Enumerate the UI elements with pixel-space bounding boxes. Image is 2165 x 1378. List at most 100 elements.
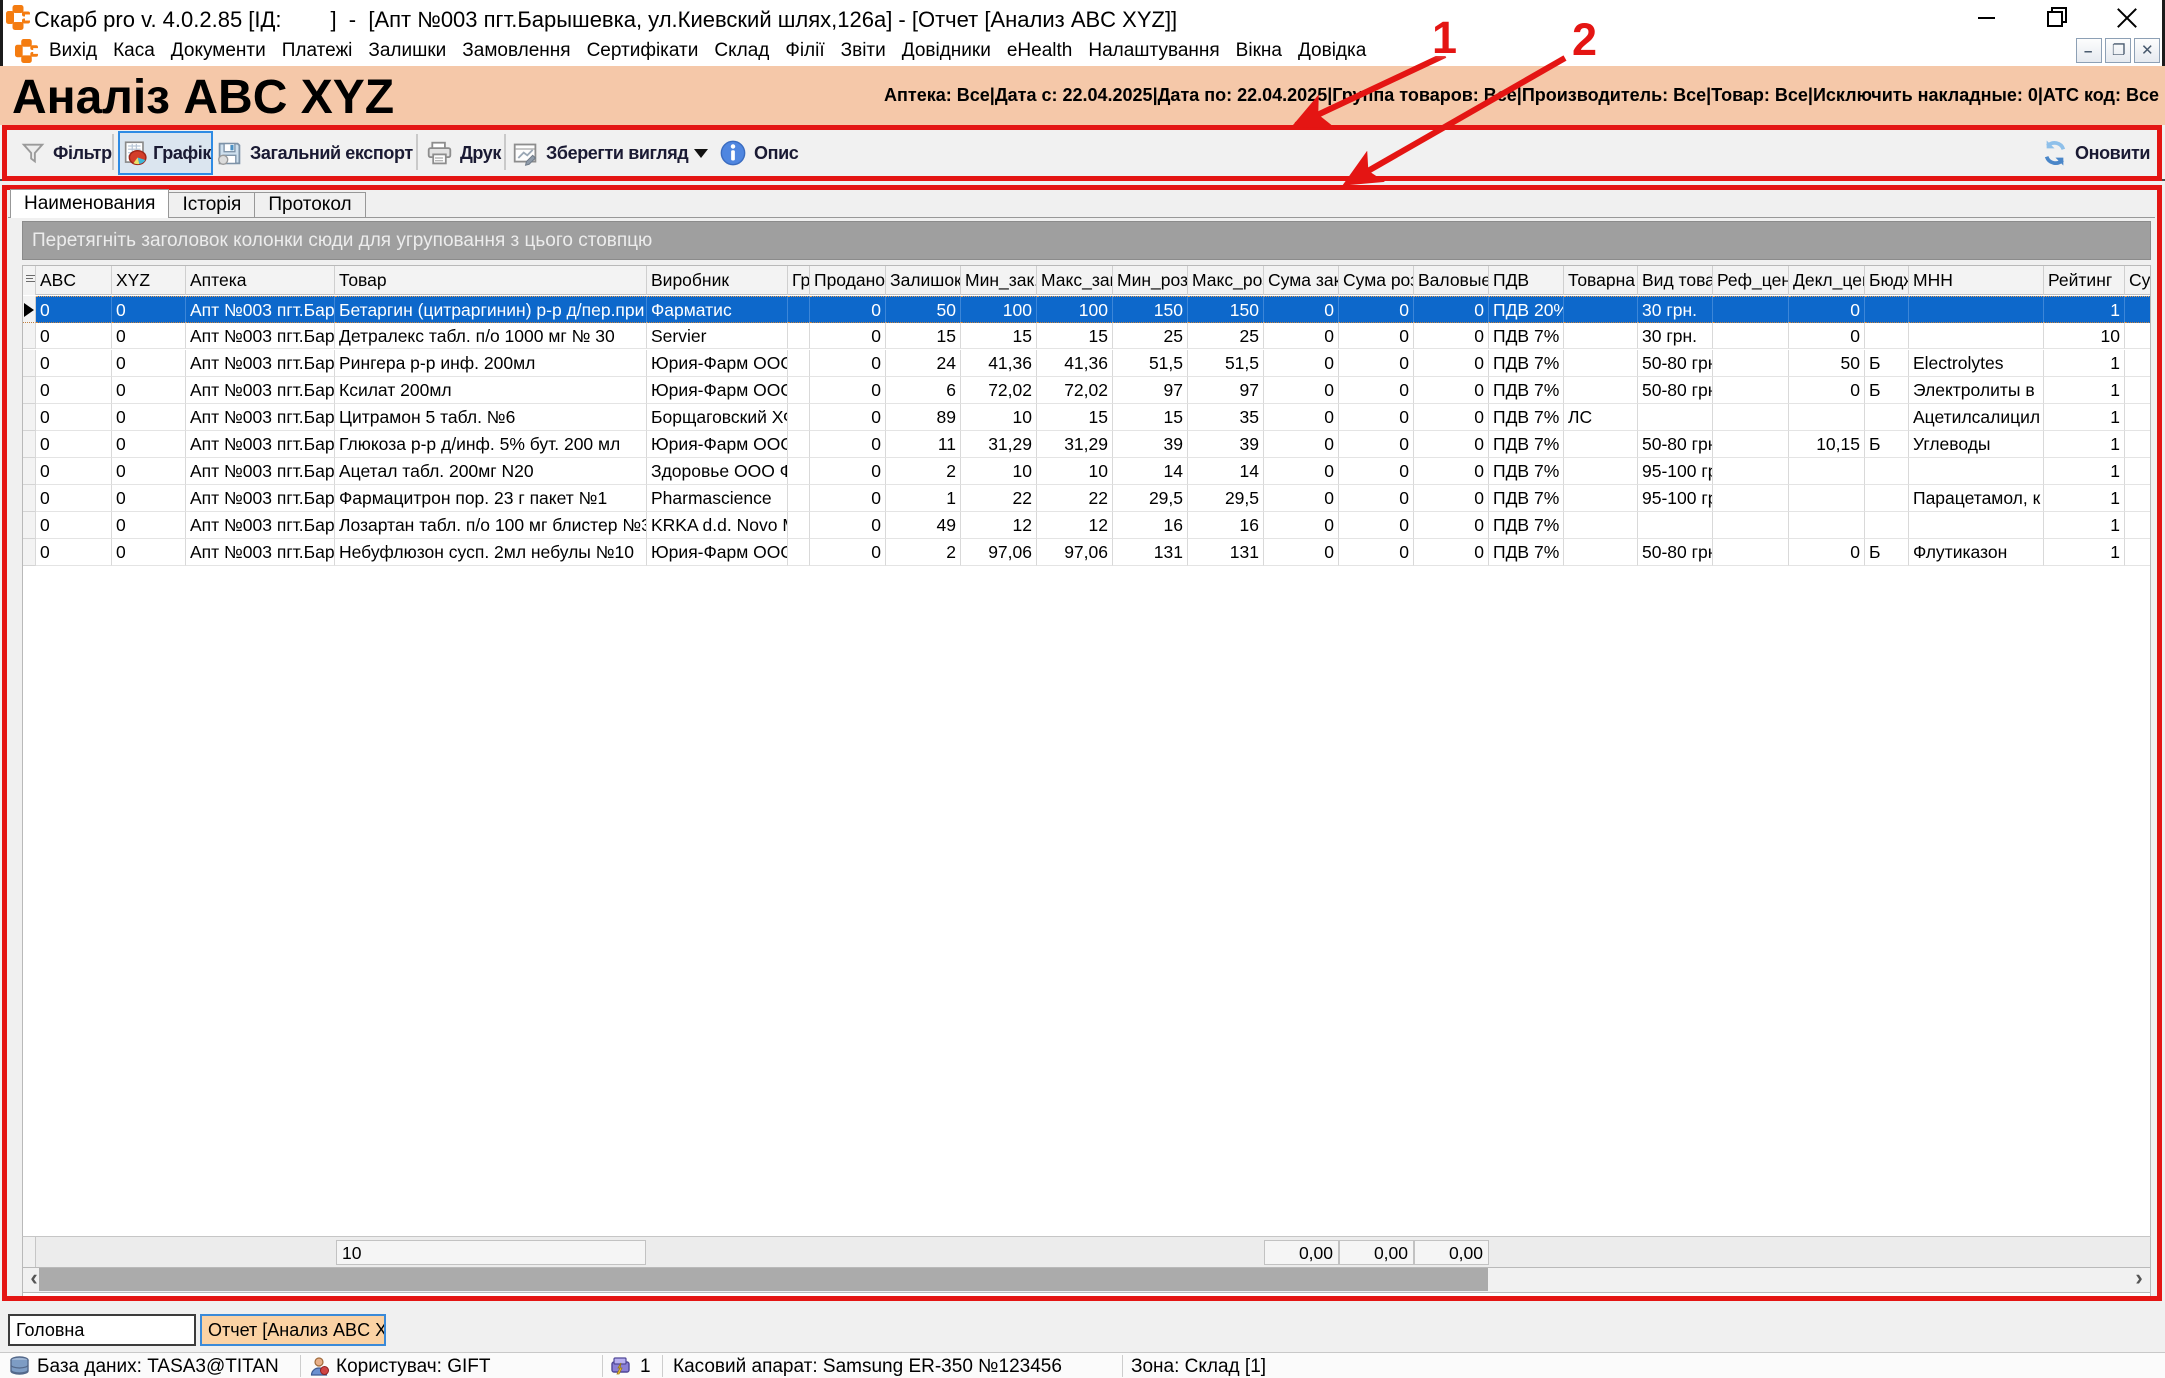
cell-abc: 0 (36, 322, 112, 349)
cell-min_zak: 31,29 (961, 431, 1037, 458)
menu-item-4[interactable]: Платежі (282, 40, 353, 62)
table-row[interactable]: 00Апт №003 пгт.БарЦитрамон 5 табл. №6Бор… (23, 404, 2151, 431)
description-button[interactable]: Опис (719, 132, 798, 174)
menu-item-8[interactable]: Склад (714, 40, 769, 62)
table-row[interactable]: 00Апт №003 пгт.БарБетаргин (цитраргинин)… (23, 296, 2151, 323)
group-by-panel[interactable]: Перетягніть заголовок колонки сюди для у… (22, 221, 2151, 260)
menu-item-1[interactable]: Вихід (49, 40, 97, 62)
refresh-button-label: Оновити (2075, 143, 2150, 164)
minimize-button-icon[interactable] (1978, 17, 1995, 19)
table-row[interactable]: 00Апт №003 пгт.БарНебуфлюзон сусп. 2мл н… (23, 539, 2151, 566)
window-tab-2[interactable]: Отчет [Анализ ABC X ... (200, 1314, 386, 1346)
mdi-restore-button[interactable]: ❐ (2105, 38, 2131, 63)
scrollbar-thumb[interactable] (39, 1268, 1488, 1291)
column-header-valovye[interactable]: Валовые (1414, 266, 1489, 295)
column-header-pdv[interactable]: ПДВ (1489, 266, 1564, 295)
column-header-tovar[interactable]: Товар (335, 266, 647, 295)
cell-byudzh (1865, 458, 1909, 485)
column-header-zalyshok[interactable]: Залишок (886, 266, 961, 295)
column-header-prodano[interactable]: Продано (810, 266, 886, 295)
cell-vid_tov (1638, 404, 1713, 431)
mdi-close-button[interactable]: ✕ (2134, 38, 2160, 63)
refresh-button[interactable]: Оновити (2042, 132, 2150, 174)
column-header-dekl_ce[interactable]: Декл_цена (1789, 266, 1865, 295)
scroll-right-icon[interactable]: › (2128, 1268, 2150, 1291)
cell-maks_zak: 22 (1037, 485, 1113, 512)
table-row[interactable]: 00Апт №003 пгт.БарГлюкоза р-р д/инф. 5% … (23, 431, 2151, 458)
column-header-min_rozn[interactable]: Мин_розн (1113, 266, 1188, 295)
column-header-suma_zak[interactable]: Сума зак (1264, 266, 1339, 295)
column-header-grupa[interactable]: Группа (788, 266, 810, 295)
cell-apteka: Апт №003 пгт.Бар (186, 404, 335, 431)
column-header-apteka[interactable]: Аптека (186, 266, 335, 295)
cell-grupa (788, 485, 810, 512)
save-view-button[interactable]: Зберегти вигляд (512, 132, 688, 174)
cell-sel (23, 350, 36, 377)
table-row[interactable]: 00Апт №003 пгт.БарРингера р-р инф. 200мл… (23, 350, 2151, 377)
column-chooser-icon[interactable] (26, 275, 35, 286)
column-header-mnn[interactable]: МНН (1909, 266, 2044, 295)
column-header-maks_zak[interactable]: Макс_зак (1037, 266, 1113, 295)
cell-vyrobnyk: Фарматис (647, 296, 788, 323)
cell-maks_roz: 131 (1188, 539, 1264, 566)
cell-vyrobnyk: Здоровье ООО ФК (647, 458, 788, 485)
column-header-abc[interactable]: ABC (36, 266, 112, 295)
export-button[interactable]: Загальний експорт (216, 132, 413, 174)
column-header-vid_tov[interactable]: Вид товара (1638, 266, 1713, 295)
column-header-vyrobnyk[interactable]: Виробник (647, 266, 788, 295)
grid-header-row: ABCXYZАптекаТоварВиробникГруппаПроданоЗа… (23, 266, 2151, 295)
cell-grupa (788, 377, 810, 404)
menu-item-14[interactable]: Вікна (1236, 40, 1282, 62)
cell-suma_roz: 0 (1339, 512, 1414, 539)
table-row[interactable]: 00Апт №003 пгт.БарКсилат 200млЮрия-Фарм … (23, 377, 2151, 404)
filter-button[interactable]: Фільтр (20, 132, 112, 174)
column-header-xyz[interactable]: XYZ (112, 266, 186, 295)
mdi-minimize-button[interactable]: – (2076, 38, 2102, 63)
restore-button-icon[interactable] (2047, 7, 2067, 27)
close-button-icon[interactable] (2117, 7, 2137, 27)
save-view-dropdown-icon[interactable] (694, 149, 708, 158)
menu-item-3[interactable]: Документи (171, 40, 266, 62)
column-header-suma_roz[interactable]: Сума роз (1339, 266, 1414, 295)
cell-mnn: Электролиты в (1909, 377, 2044, 404)
tab-2[interactable]: Історія (169, 192, 255, 218)
report-title: Аналіз ABC XYZ (12, 70, 394, 125)
chart-button[interactable]: Графік (118, 131, 213, 175)
menu-item-10[interactable]: Звіти (841, 40, 886, 62)
cell-zalyshok: 2 (886, 458, 961, 485)
table-row[interactable]: 00Апт №003 пгт.БарДетралекс табл. п/о 10… (23, 323, 2151, 350)
cell-suma_zak: 0 (1264, 322, 1339, 349)
status-zone: Зона: Склад [1] (1131, 1356, 1266, 1378)
column-header-reyting[interactable]: Рейтинг (2044, 266, 2125, 295)
menu-item-12[interactable]: eHealth (1007, 40, 1073, 62)
menu-item-2[interactable]: Каса (113, 40, 155, 62)
column-header-min_zak[interactable]: Мин_зак. (961, 266, 1037, 295)
cell-suma_roz: 0 (1339, 431, 1414, 458)
horizontal-scrollbar[interactable]: ‹ › (22, 1268, 2151, 1293)
column-header-byudzh[interactable]: Бюджет (1865, 266, 1909, 295)
table-row[interactable]: 00Апт №003 пгт.БарАцетал табл. 200мг N20… (23, 458, 2151, 485)
menu-item-5[interactable]: Залишки (368, 40, 446, 62)
column-header-tovarna[interactable]: Товарна (1564, 266, 1638, 295)
tab-3[interactable]: Протокол (255, 192, 365, 218)
table-row[interactable]: 00Апт №003 пгт.БарФармацитрон пор. 23 г … (23, 485, 2151, 512)
column-header-sel[interactable] (23, 266, 36, 295)
column-header-summa[interactable]: Сумма (2125, 266, 2151, 295)
menu-item-6[interactable]: Замовлення (462, 40, 570, 62)
cell-summa (2125, 322, 2151, 349)
cell-abc: 0 (36, 404, 112, 431)
menu-item-15[interactable]: Довідка (1298, 40, 1366, 62)
cell-suma_roz: 0 (1339, 485, 1414, 512)
table-row[interactable]: 00Апт №003 пгт.БарЛозартан табл. п/о 100… (23, 512, 2151, 539)
column-header-ref_cen[interactable]: Реф_цен (1713, 266, 1789, 295)
cell-mnn: Флутиказон (1909, 539, 2044, 566)
menu-item-13[interactable]: Налаштування (1088, 40, 1219, 62)
print-button[interactable]: Друк (426, 132, 501, 174)
menu-item-7[interactable]: Сертифікати (587, 40, 699, 62)
window-tab-1[interactable]: Головна (8, 1314, 196, 1346)
cell-zalyshok: 49 (886, 512, 961, 539)
menu-item-11[interactable]: Довідники (902, 40, 991, 62)
menu-item-9[interactable]: Філії (785, 40, 824, 62)
tab-1[interactable]: Наименования (10, 189, 169, 218)
column-header-maks_roz[interactable]: Макс_розн (1188, 266, 1264, 295)
